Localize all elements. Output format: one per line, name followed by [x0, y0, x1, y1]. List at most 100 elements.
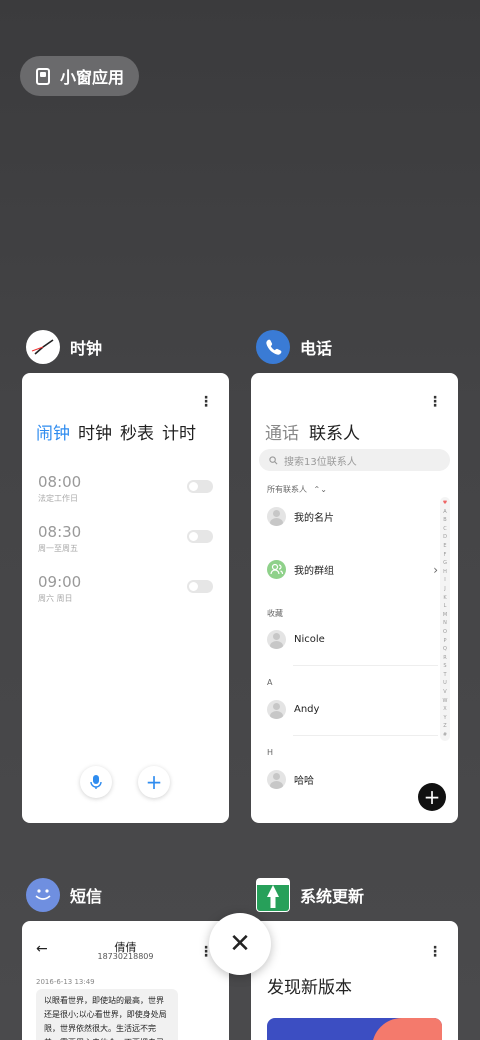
- clock-icon: [26, 330, 60, 364]
- alphabet-index[interactable]: ♥ A B C D E F G H I J K L M N O P Q R S T U V W X Y Z #: [440, 497, 450, 742]
- alphabet-index-letter[interactable]: W: [443, 698, 448, 704]
- more-options-icon[interactable]: ⋮: [428, 945, 442, 959]
- clock-tabs: 闹钟 时钟 秒表 计时: [36, 419, 196, 444]
- alphabet-index-letter[interactable]: N: [443, 620, 447, 626]
- avatar: [267, 630, 286, 649]
- update-app-name: 系统更新: [300, 887, 365, 906]
- my-group-row[interactable]: 我的群组 ›: [267, 560, 438, 579]
- contact-row[interactable]: Andy: [267, 700, 438, 719]
- phone-tabs: 通话 联系人: [265, 419, 360, 444]
- clock-app-card[interactable]: ⋮ 闹钟 时钟 秒表 计时 08:00 法定工作日 08:30 周一至周五 09…: [22, 373, 229, 823]
- alphabet-index-letter[interactable]: T: [443, 672, 446, 678]
- divider: [293, 735, 438, 736]
- tab-calls[interactable]: 通话: [265, 419, 299, 444]
- tab-timer[interactable]: 计时: [162, 419, 196, 444]
- alphabet-index-letter[interactable]: S: [443, 663, 446, 669]
- alphabet-index-letter[interactable]: G: [443, 560, 447, 566]
- system-update-icon: [256, 878, 290, 912]
- alphabet-index-letter[interactable]: M: [443, 612, 447, 618]
- alphabet-index-letter[interactable]: O: [443, 629, 447, 635]
- alphabet-index-letter[interactable]: Q: [443, 646, 447, 652]
- contact-name: Andy: [294, 704, 320, 715]
- message-bubble: 以眼看世界，即使站的最高，世界还是很小;以心看世界，即使身处局限，世界依然很大。…: [36, 989, 178, 1040]
- contact-name: 我的群组: [294, 566, 334, 577]
- alphabet-index-letter[interactable]: D: [443, 534, 447, 540]
- alphabet-index-letter[interactable]: X: [443, 706, 446, 712]
- update-title: 发现新版本: [267, 978, 352, 998]
- alphabet-index-letter[interactable]: Y: [443, 715, 446, 721]
- update-banner: [267, 1018, 442, 1040]
- tab-alarm[interactable]: 闹钟: [36, 419, 70, 444]
- filter-label: 所有联系人: [267, 485, 307, 494]
- section-h: H: [267, 748, 274, 757]
- microphone-icon: [90, 775, 102, 789]
- avatar: [267, 700, 286, 719]
- messages-icon: [26, 878, 60, 912]
- alarm-repeat: 周六 周日: [38, 594, 73, 603]
- alphabet-index-letter[interactable]: L: [444, 603, 447, 609]
- alphabet-index-letter[interactable]: H: [443, 569, 447, 575]
- clock-app-header: 时钟: [26, 330, 102, 364]
- contact-row[interactable]: Nicole: [267, 630, 438, 649]
- sms-app-name: 短信: [70, 887, 103, 906]
- sort-icon: ⌃⌄: [313, 485, 327, 494]
- contact-name: 我的名片: [294, 513, 334, 524]
- alphabet-index-letter[interactable]: E: [443, 543, 446, 549]
- section-favorites: 收藏: [267, 609, 283, 618]
- add-alarm-button[interactable]: +: [138, 766, 170, 798]
- close-icon: ✕: [229, 929, 251, 959]
- alphabet-index-letter[interactable]: ♥: [443, 500, 447, 506]
- update-app-card[interactable]: ⋮ 发现新版本: [251, 921, 458, 1040]
- sms-app-header: 短信: [26, 878, 102, 912]
- contact-search-input[interactable]: 搜索13位联系人: [259, 449, 450, 471]
- alphabet-index-letter[interactable]: J: [444, 586, 445, 592]
- tab-contacts[interactable]: 联系人: [309, 419, 360, 444]
- plus-icon: +: [145, 770, 163, 794]
- alarm-repeat: 法定工作日: [38, 494, 78, 503]
- phone-icon: [256, 330, 290, 364]
- add-contact-button[interactable]: +: [418, 783, 446, 811]
- chevron-right-icon: ›: [433, 562, 438, 577]
- alphabet-index-letter[interactable]: R: [443, 655, 446, 661]
- sms-app-card[interactable]: ← 倩倩 18730218809 ⋮ 2016-6-13 13:49 以眼看世界…: [22, 921, 229, 1040]
- contacts-filter[interactable]: 所有联系人 ⌃⌄: [267, 484, 327, 495]
- alarm-repeat: 周一至周五: [38, 544, 78, 553]
- section-a: A: [267, 678, 273, 687]
- avatar: [267, 770, 286, 789]
- tab-clock[interactable]: 时钟: [78, 419, 112, 444]
- alphabet-index-letter[interactable]: A: [443, 509, 446, 515]
- alphabet-index-letter[interactable]: F: [444, 552, 447, 558]
- clear-all-button[interactable]: ✕: [209, 913, 271, 975]
- alphabet-index-letter[interactable]: C: [443, 526, 447, 532]
- alarm-toggle[interactable]: [187, 480, 213, 493]
- alphabet-index-letter[interactable]: K: [443, 595, 446, 601]
- alphabet-index-letter[interactable]: #: [443, 732, 447, 738]
- alarm-toggle[interactable]: [187, 530, 213, 543]
- phone-app-name: 电话: [300, 339, 333, 358]
- contact-name: Nicole: [294, 634, 325, 645]
- tab-stopwatch[interactable]: 秒表: [120, 419, 154, 444]
- clock-app-name: 时钟: [70, 339, 103, 358]
- contact-row[interactable]: 哈哈: [267, 770, 438, 789]
- alphabet-index-letter[interactable]: Z: [443, 723, 446, 729]
- phone-app-card[interactable]: ⋮ 通话 联系人 搜索13位联系人 所有联系人 ⌃⌄ 我的名片 我的群组 › 收…: [251, 373, 458, 823]
- alphabet-index-letter[interactable]: V: [443, 689, 446, 695]
- alarm-toggle[interactable]: [187, 580, 213, 593]
- alphabet-index-letter[interactable]: I: [444, 577, 445, 583]
- more-options-icon[interactable]: ⋮: [428, 395, 442, 409]
- small-window-icon: [36, 67, 50, 85]
- group-icon: [267, 560, 286, 579]
- search-placeholder: 搜索13位联系人: [284, 456, 357, 468]
- my-card-row[interactable]: 我的名片: [267, 507, 438, 526]
- voice-alarm-button[interactable]: [80, 766, 112, 798]
- contact-name: 哈哈: [294, 776, 314, 787]
- alphabet-index-letter[interactable]: B: [443, 517, 446, 523]
- divider: [293, 665, 438, 666]
- alphabet-index-letter[interactable]: P: [443, 638, 446, 644]
- more-options-icon[interactable]: ⋮: [199, 395, 213, 409]
- message-date: 2016-6-13 13:49: [36, 978, 95, 986]
- phone-app-header: 电话: [256, 330, 332, 364]
- search-icon: [269, 455, 278, 464]
- small-window-apps-button[interactable]: 小窗应用: [20, 56, 139, 96]
- alphabet-index-letter[interactable]: U: [443, 680, 447, 686]
